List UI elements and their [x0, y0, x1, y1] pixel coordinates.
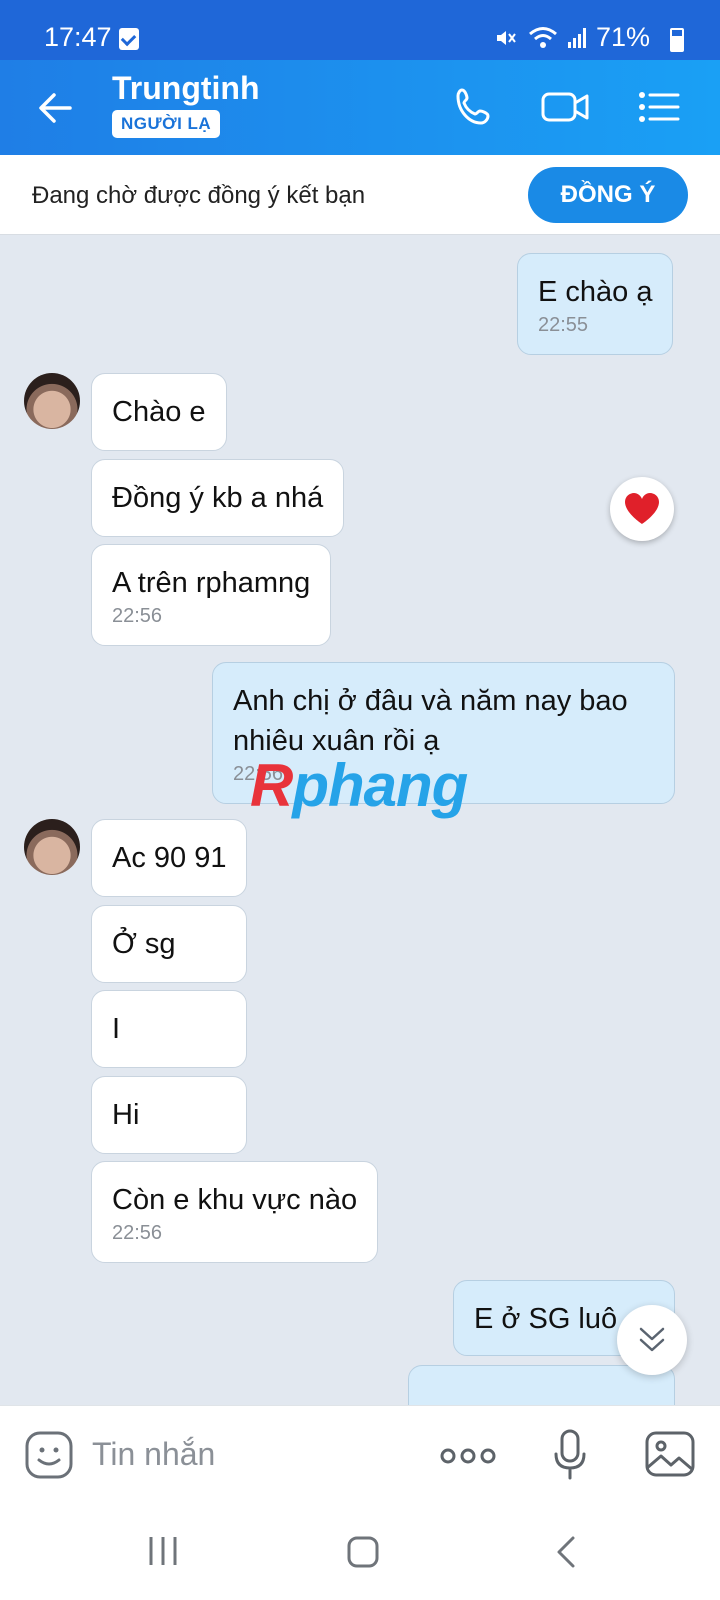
menu-list-icon[interactable]: [636, 86, 682, 128]
message-text: I: [112, 1013, 121, 1045]
scroll-to-bottom-button[interactable]: [617, 1305, 687, 1375]
message-bubble-received[interactable]: Còn e khu vực nào 22:56: [91, 1161, 379, 1263]
wifi-icon: [528, 26, 557, 48]
video-call-icon[interactable]: [540, 86, 592, 128]
contact-avatar[interactable]: [24, 373, 80, 429]
heart-reaction-icon[interactable]: [610, 477, 674, 541]
accept-friend-button[interactable]: ĐỒNG Ý: [528, 167, 688, 223]
message-list[interactable]: E chào ạ 22:55 Chào e Đồng ý kb a nhá A …: [0, 235, 720, 1405]
checkbox-notification-icon: [119, 28, 139, 50]
message-text: Ac 90 91: [112, 842, 227, 874]
message-text: Còn e khu vực nào: [112, 1184, 358, 1216]
message-text: Anh chị ở đâu và năm nay bao nhiêu xuân …: [233, 685, 628, 757]
message-bubble-received[interactable]: Đồng ý kb a nhá: [91, 459, 345, 537]
more-options-icon[interactable]: [440, 1446, 496, 1466]
message-time: 22:55: [538, 314, 589, 336]
friend-request-message: Đang chờ được đồng ý kết bạn: [32, 182, 366, 209]
status-bar: 17:47 71%: [0, 0, 720, 60]
message-bubble-received[interactable]: A trên rphamng 22:56: [91, 544, 332, 646]
recent-apps-icon[interactable]: [146, 1535, 180, 1567]
message-text: Chào e: [112, 396, 206, 428]
message-text: Đồng ý kb a nhá: [112, 482, 324, 514]
signal-icon: [567, 27, 586, 48]
microphone-icon[interactable]: [552, 1428, 588, 1482]
stranger-badge: NGƯỜI LẠ: [112, 110, 221, 138]
message-bubble-received[interactable]: I: [91, 990, 247, 1068]
sticker-emoji-icon[interactable]: [24, 1430, 74, 1480]
message-bubble-received[interactable]: Hi: [91, 1076, 247, 1154]
message-input[interactable]: Tin nhắn: [92, 1436, 215, 1473]
image-gallery-icon[interactable]: [644, 1430, 696, 1478]
status-indicators: 71%: [494, 22, 668, 53]
double-chevron-down-icon: [639, 1327, 665, 1352]
status-time: 17:47: [44, 22, 112, 52]
message-text: A trên rphamng: [112, 567, 311, 599]
message-text: Hi: [112, 1099, 140, 1131]
contact-name[interactable]: Trungtinh: [112, 70, 260, 107]
battery-percent: 71%: [595, 22, 650, 52]
message-bubble-received[interactable]: Ac 90 91: [91, 819, 248, 897]
message-time: 22:56: [112, 1222, 163, 1244]
message-bubble-sent[interactable]: E chào ạ 22:55: [517, 253, 674, 355]
message-bubble-received[interactable]: Chào e: [91, 373, 227, 451]
system-navigation-bar: [0, 1505, 720, 1600]
message-text: Ở sg: [112, 928, 176, 960]
message-time: 22:56: [112, 605, 163, 627]
friend-request-bar: Đang chờ được đồng ý kết bạn ĐỒNG Ý: [0, 155, 720, 235]
back-arrow-icon[interactable]: [36, 88, 76, 128]
message-composer: Tin nhắn: [0, 1405, 720, 1505]
back-nav-icon[interactable]: [554, 1535, 578, 1569]
chat-header: Trungtinh NGƯỜI LẠ: [0, 60, 720, 155]
message-text: E chào ạ: [538, 276, 653, 308]
message-bubble-received[interactable]: Ở sg: [91, 905, 247, 983]
contact-avatar[interactable]: [24, 819, 80, 875]
home-icon[interactable]: [346, 1535, 380, 1569]
mute-icon: [496, 30, 516, 45]
rphang-watermark-logo: Rphang: [250, 752, 468, 819]
phone-call-icon[interactable]: [452, 86, 498, 128]
battery-icon: [670, 28, 684, 52]
message-text: E ở SG luô: [474, 1303, 618, 1335]
